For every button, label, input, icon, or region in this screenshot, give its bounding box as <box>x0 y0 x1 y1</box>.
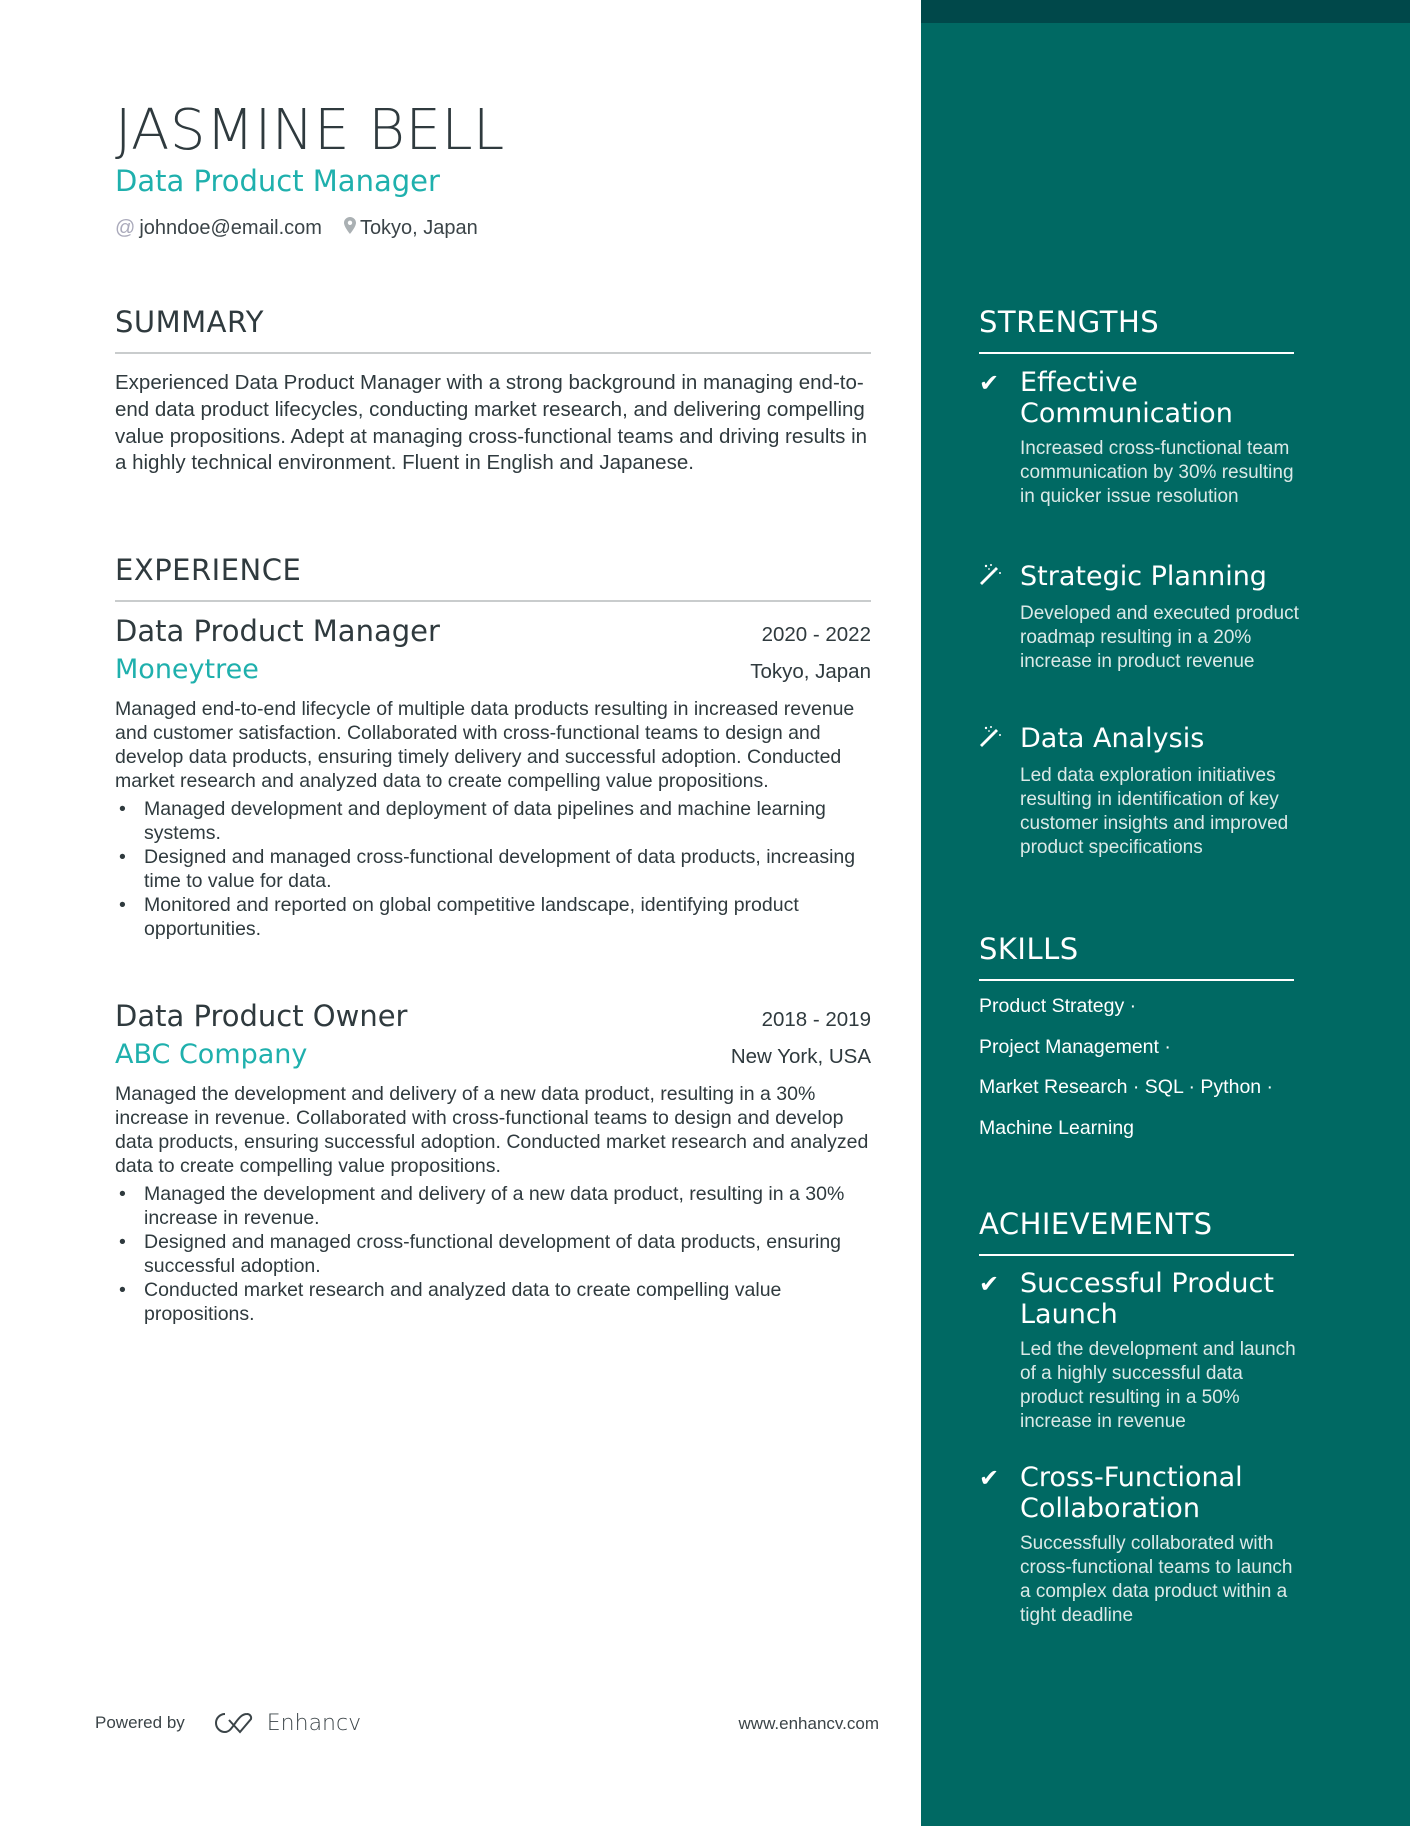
job-entry: Data Product Manager 2020 - 2022 Moneytre… <box>115 614 871 941</box>
company-name: Moneytree <box>115 654 259 685</box>
achievement-item: ✔ Successful Product Launch Led the devel… <box>979 1268 1299 1434</box>
strength-description: Developed and executed product roadmap r… <box>1020 603 1299 672</box>
achievements-section: ACHIEVEMENTS <box>979 1207 1294 1256</box>
skill-row: Machine Learning <box>979 1116 1135 1139</box>
achievement-description: Led the development and launch of a high… <box>1020 1339 1296 1432</box>
achievement-title: Cross-Functional Collaboration <box>1020 1462 1243 1524</box>
strength-item: ✔ Effective Communication Increased cross… <box>979 367 1309 509</box>
powered-by: Powered by Enhancv <box>95 1710 361 1736</box>
magic-wand-icon <box>979 561 1020 594</box>
at-icon: @ <box>115 217 136 239</box>
contact-info: @ johndoe@email.com Tokyo, Japan <box>115 217 478 240</box>
skill-row: Market Research · SQL · Python · <box>979 1076 1274 1098</box>
achievements-heading: ACHIEVEMENTS <box>979 1207 1213 1241</box>
divider <box>115 352 871 354</box>
skills-list: Product Strategy · Project Management · … <box>979 995 1309 1157</box>
job-location: New York, USA <box>730 1045 871 1068</box>
skill-row: Product Strategy · <box>979 995 1137 1017</box>
candidate-title: Data Product Manager <box>115 164 440 198</box>
bullet-item: Managed development and deployment of da… <box>115 797 871 845</box>
check-icon: ✔ <box>979 1465 1000 1492</box>
skill-row: Project Management · <box>979 1035 1171 1058</box>
job-dates: 2018 - 2019 <box>761 1008 871 1031</box>
company-name: ABC Company <box>115 1039 308 1070</box>
location-contact: Tokyo, Japan <box>343 217 478 240</box>
job-bullets: Managed the development and delivery of … <box>115 1182 871 1326</box>
sidebar-top-bar <box>921 0 1410 23</box>
experience-heading: EXPERIENCE <box>115 553 302 587</box>
skills-heading: SKILLS <box>979 932 1079 966</box>
job-title: Data Product Owner <box>115 999 408 1033</box>
check-icon: ✔ <box>979 1271 1000 1298</box>
summary-text: Experienced Data Product Manager with a … <box>115 371 868 475</box>
job-bullets: Managed development and deployment of da… <box>115 797 871 941</box>
email-text: johndoe@email.com <box>139 217 322 239</box>
enhancv-logo-icon <box>214 1713 252 1734</box>
strength-title: Strategic Planning <box>1020 561 1267 592</box>
email-contact[interactable]: @ johndoe@email.com <box>115 217 322 240</box>
job-title: Data Product Manager <box>115 614 440 648</box>
divider <box>979 352 1294 354</box>
job-description: Managed end-to-end lifecycle of multiple… <box>115 698 855 792</box>
enhancv-logo[interactable]: Enhancv <box>211 1710 361 1736</box>
strength-title: Effective Communication <box>1020 367 1233 429</box>
experience-section: EXPERIENCE <box>115 553 871 602</box>
job-dates: 2020 - 2022 <box>761 623 871 646</box>
summary-heading: SUMMARY <box>115 305 265 339</box>
check-icon: ✔ <box>979 370 1000 397</box>
summary-section: SUMMARY Experienced Data Product Manager… <box>115 305 871 477</box>
strength-item: Data Analysis Led data exploration initi… <box>979 723 1309 860</box>
bullet-item: Monitored and reported on global competi… <box>115 893 871 941</box>
skills-section: SKILLS <box>979 932 1294 981</box>
location-text: Tokyo, Japan <box>359 217 478 239</box>
bullet-item: Designed and managed cross-functional de… <box>115 845 871 893</box>
candidate-name: JASMINE BELL <box>115 98 505 163</box>
strengths-heading: STRENGTHS <box>979 305 1160 339</box>
powered-by-label: Powered by <box>95 1713 185 1732</box>
achievement-title: Successful Product Launch <box>1020 1268 1274 1330</box>
strength-description: Led data exploration initiatives resulti… <box>1020 765 1289 858</box>
divider <box>979 1254 1294 1256</box>
magic-wand-icon <box>979 723 1020 756</box>
achievement-item: ✔ Cross-Functional Collaboration Successf… <box>979 1462 1299 1628</box>
strength-item: Strategic Planning Developed and execute… <box>979 561 1309 674</box>
job-entry: Data Product Owner 2018 - 2019 ABC Compan… <box>115 999 871 1326</box>
divider <box>979 979 1294 981</box>
divider <box>115 600 871 602</box>
job-description: Managed the development and delivery of … <box>115 1083 869 1177</box>
enhancv-brand: Enhancv <box>266 1710 362 1736</box>
bullet-item: Managed the development and delivery of … <box>115 1182 871 1230</box>
map-pin-icon <box>343 217 356 239</box>
bullet-item: Designed and managed cross-functional de… <box>115 1230 871 1278</box>
job-location: Tokyo, Japan <box>750 660 871 683</box>
strengths-section: STRENGTHS <box>979 305 1294 354</box>
strength-description: Increased cross-functional team communic… <box>1020 438 1294 507</box>
strength-title: Data Analysis <box>1020 723 1205 754</box>
footer-url[interactable]: www.enhancv.com <box>739 1714 879 1734</box>
achievement-description: Successfully collaborated with cross-fun… <box>1020 1533 1293 1626</box>
bullet-item: Conducted market research and analyzed d… <box>115 1278 871 1326</box>
